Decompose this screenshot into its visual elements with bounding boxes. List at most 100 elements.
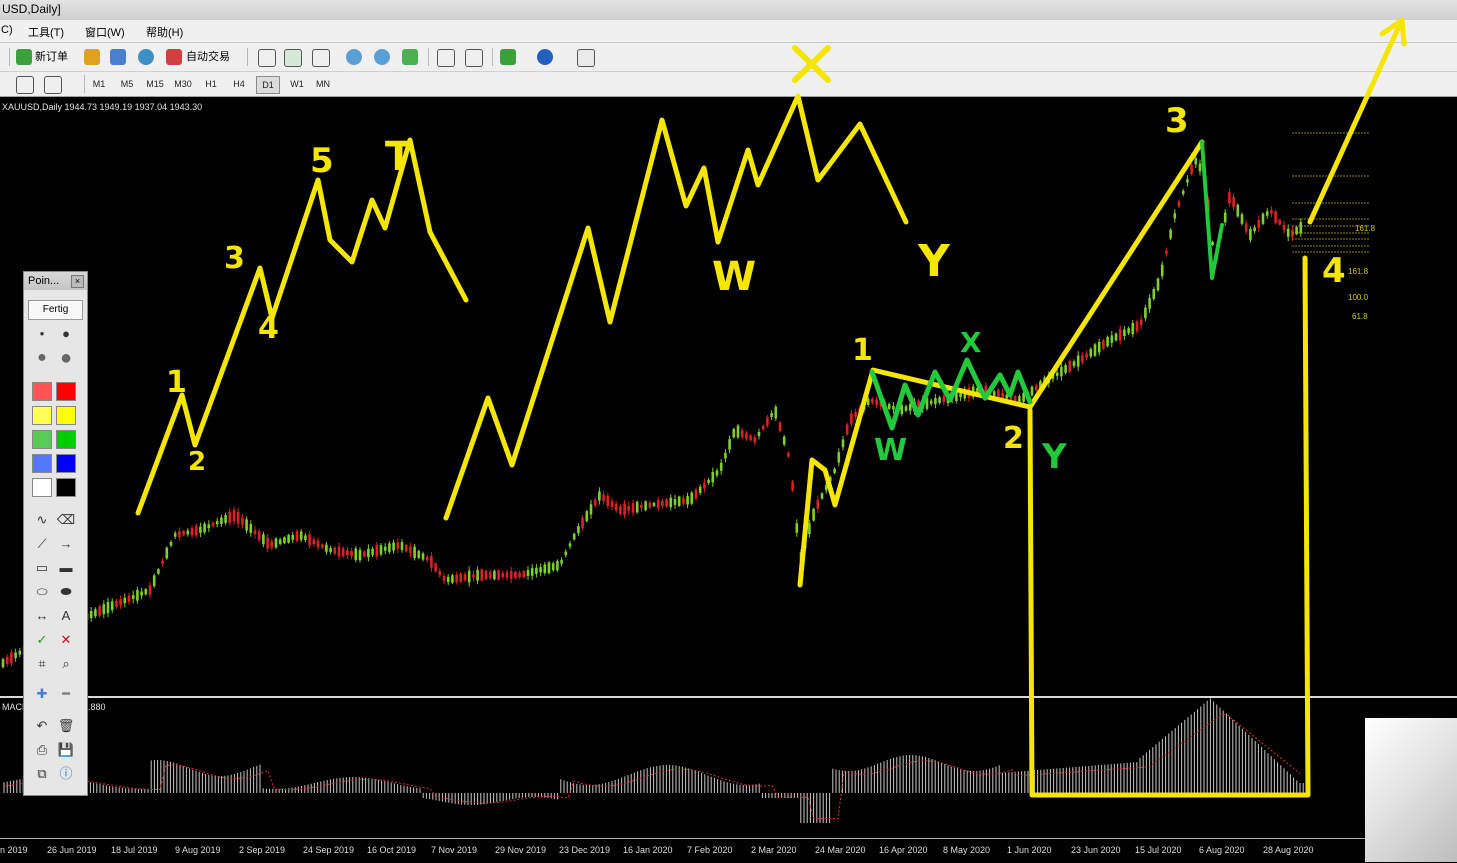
candle-body <box>564 551 568 556</box>
market-watch-icon[interactable] <box>84 49 100 65</box>
indicators-icon[interactable] <box>500 49 516 65</box>
candle-body <box>203 523 206 533</box>
auto-trading-icon[interactable] <box>166 49 182 65</box>
auto-trading-button[interactable]: 自动交易 <box>186 47 230 67</box>
copy-icon[interactable]: ⧉ <box>32 764 52 784</box>
candle-body <box>131 595 135 599</box>
candle-body <box>850 413 853 424</box>
rectangle-icon[interactable]: ▭ <box>32 558 52 578</box>
print-icon[interactable]: ⎙ <box>32 740 52 760</box>
menu-item-c[interactable]: C) <box>1 24 13 36</box>
line-chart-icon[interactable] <box>312 49 330 67</box>
candle-body <box>808 523 811 535</box>
undo-icon[interactable]: ↶ <box>32 716 52 736</box>
zoom-in-icon[interactable] <box>346 49 362 65</box>
price-chart[interactable] <box>0 97 1457 696</box>
zoom-icon[interactable]: ⌕ <box>56 654 76 674</box>
brush-xlarge-icon[interactable]: ● <box>56 348 76 368</box>
timeframe-m15[interactable]: M15 <box>144 76 166 92</box>
pointer-palette[interactable]: Poin... × Fertig • ● ● ● ∿ ⌫ ⟋ → ▭ ▬ ⬭ ⬬… <box>23 271 88 796</box>
eraser-icon[interactable]: ⌫ <box>56 510 76 530</box>
chart-shift-icon[interactable] <box>437 49 455 67</box>
candle-body <box>316 540 320 548</box>
candle-body <box>186 530 190 535</box>
macd-chart[interactable] <box>0 698 1365 838</box>
zoom-out-icon[interactable] <box>374 49 390 65</box>
timeframe-m5[interactable]: M5 <box>116 76 138 92</box>
navigator-icon[interactable] <box>110 49 126 65</box>
brush-medium-icon[interactable]: ● <box>56 324 76 344</box>
color-swatch[interactable] <box>56 406 76 425</box>
minus-icon[interactable]: ━ <box>56 684 76 704</box>
timeframe-h4[interactable]: H4 <box>228 76 250 92</box>
color-swatch[interactable] <box>32 454 52 473</box>
globe-icon[interactable] <box>138 49 154 65</box>
ellipse-icon[interactable]: ⬭ <box>32 582 52 602</box>
filled-ellipse-icon[interactable]: ⬬ <box>56 582 76 602</box>
brush-large-icon[interactable]: ● <box>32 348 52 368</box>
candle-body <box>669 497 673 508</box>
menu-item-tools[interactable]: 工具(T) <box>28 24 64 40</box>
candlestick-chart-icon[interactable] <box>284 49 302 67</box>
candle-body <box>1169 229 1172 239</box>
autoscroll-icon[interactable] <box>465 49 483 67</box>
filled-rectangle-icon[interactable]: ▬ <box>56 558 76 578</box>
timeframe-h1[interactable]: H1 <box>200 76 222 92</box>
timeframe-mn[interactable]: MN <box>312 76 334 92</box>
candle-body <box>1005 394 1009 399</box>
new-order-button[interactable]: 新订单 <box>35 47 68 67</box>
candle-body <box>1039 381 1042 389</box>
text-tool-icon[interactable]: A <box>56 606 76 626</box>
periods-icon[interactable] <box>537 49 553 65</box>
candle-body <box>539 567 542 573</box>
double-arrow-icon[interactable]: ↔ <box>32 606 52 626</box>
done-button[interactable]: Fertig <box>28 300 83 320</box>
tile-windows-icon[interactable] <box>402 49 418 65</box>
info-icon[interactable]: ⓘ <box>56 764 76 784</box>
crop-icon[interactable]: ⌗ <box>32 654 52 674</box>
candle-body <box>144 589 148 595</box>
timeframe-d1[interactable]: D1 <box>256 76 280 94</box>
candle-body <box>354 548 358 561</box>
toolbar-separator <box>428 48 429 66</box>
candle-body <box>997 389 1000 400</box>
color-swatch[interactable] <box>32 430 52 449</box>
palette-header[interactable]: Poin... × <box>24 272 87 290</box>
color-swatch[interactable] <box>56 382 76 401</box>
candle-body <box>278 539 282 544</box>
candle-body <box>14 652 17 659</box>
brush-small-icon[interactable]: • <box>32 324 52 344</box>
bar-chart-icon[interactable] <box>258 49 276 67</box>
new-order-icon[interactable] <box>16 49 32 65</box>
color-swatch[interactable] <box>56 478 76 497</box>
save-icon[interactable]: 💾 <box>56 740 76 760</box>
candle-body <box>1198 163 1202 172</box>
candle-body <box>887 403 891 409</box>
color-swatch[interactable] <box>32 382 52 401</box>
trash-icon[interactable]: 🗑 <box>56 716 76 736</box>
timeframe-w1[interactable]: W1 <box>286 76 308 92</box>
menu-item-window[interactable]: 窗口(W) <box>85 24 125 40</box>
check-icon[interactable]: ✓ <box>32 630 52 650</box>
color-swatch[interactable] <box>32 406 52 425</box>
templates-icon[interactable] <box>577 49 595 67</box>
text-label-icon[interactable] <box>16 76 34 94</box>
cross-icon[interactable]: ✕ <box>56 630 76 650</box>
arrow-tool-icon[interactable]: → <box>56 534 76 554</box>
candle-body <box>1018 396 1021 404</box>
menu-item-help[interactable]: 帮助(H) <box>146 24 183 40</box>
time-axis-label: 7 Nov 2019 <box>431 845 478 855</box>
timeframe-m1[interactable]: M1 <box>88 76 110 92</box>
candle-body <box>614 503 618 511</box>
color-swatch[interactable] <box>56 430 76 449</box>
timeframe-m30[interactable]: M30 <box>172 76 194 92</box>
close-icon[interactable]: × <box>71 275 84 288</box>
line-tool-icon[interactable]: ⟋ <box>32 534 52 554</box>
candle-body <box>455 574 458 583</box>
color-swatch[interactable] <box>32 478 52 497</box>
color-swatch[interactable] <box>56 454 76 473</box>
candle-body <box>942 396 946 402</box>
plus-icon[interactable]: ✚ <box>32 684 52 704</box>
arrows-icon[interactable] <box>44 76 62 94</box>
freehand-icon[interactable]: ∿ <box>32 510 52 530</box>
